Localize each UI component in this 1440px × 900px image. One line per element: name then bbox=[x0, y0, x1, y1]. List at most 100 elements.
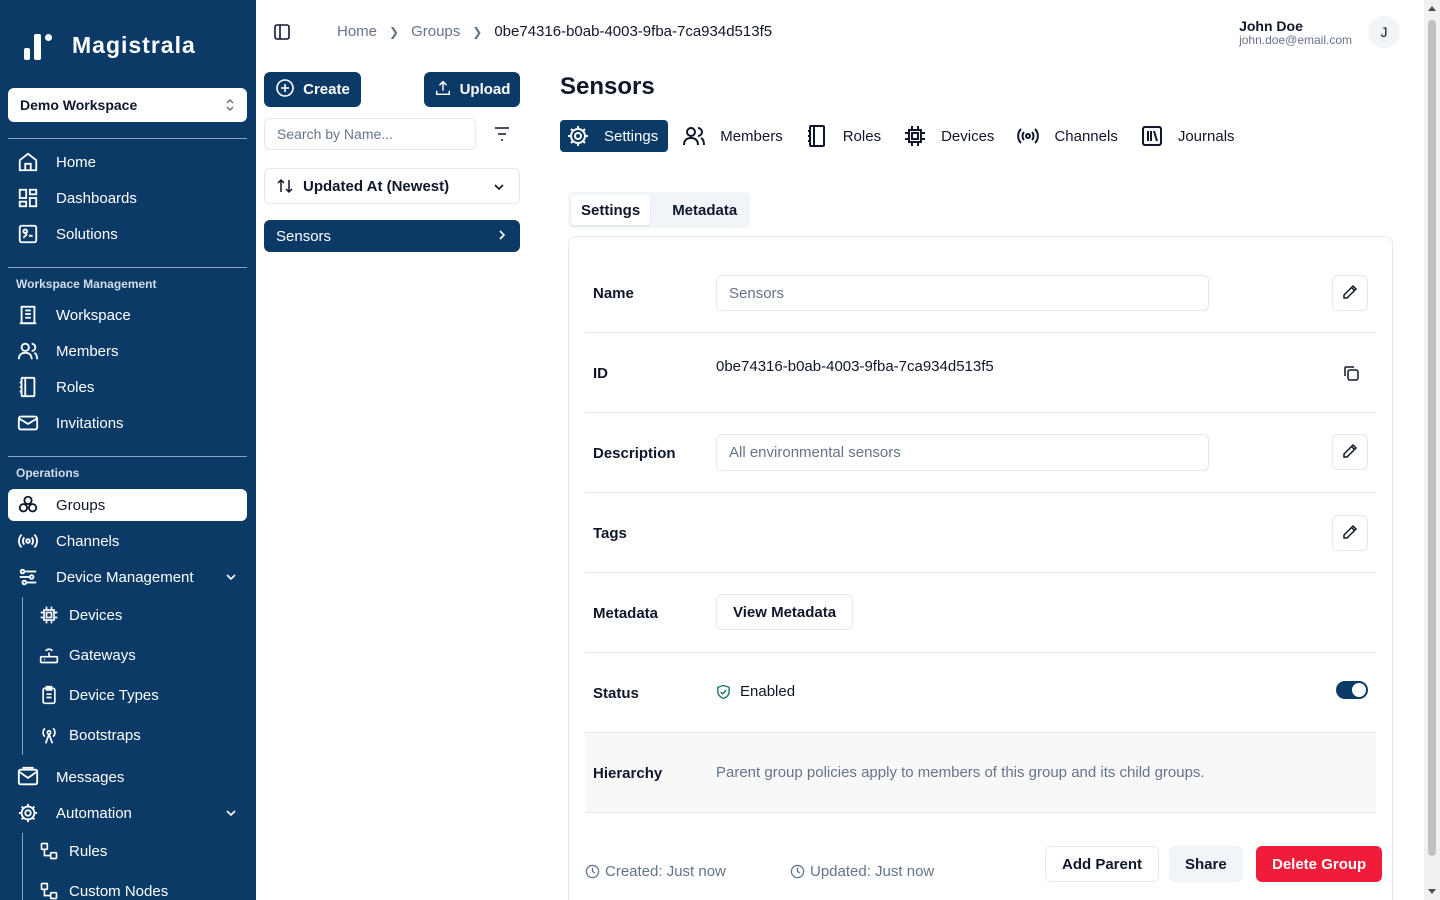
tab-devices[interactable]: Devices bbox=[897, 120, 1002, 152]
delete-group-button[interactable]: Delete Group bbox=[1256, 846, 1383, 882]
sidebar-item-dashboards[interactable]: Dashboards bbox=[8, 182, 247, 214]
subtab-metadata[interactable]: Metadata bbox=[662, 195, 747, 225]
hierarchy-description: Parent group policies apply to members o… bbox=[716, 764, 1205, 781]
tags-row: Tags bbox=[585, 493, 1376, 573]
sidebar-item-channels[interactable]: Channels bbox=[8, 525, 247, 557]
breadcrumb: Home ❯ Groups ❯ 0be74316-b0ab-4003-9fba-… bbox=[337, 23, 772, 40]
tab-channels[interactable]: Channels bbox=[1010, 120, 1125, 152]
filter-icon[interactable] bbox=[490, 124, 514, 144]
tab-label: Devices bbox=[941, 127, 995, 145]
metadata-row: Metadata View Metadata bbox=[585, 573, 1376, 653]
search-input[interactable] bbox=[264, 118, 476, 150]
status-row: Status Enabled bbox=[585, 653, 1376, 733]
edit-description-button[interactable] bbox=[1332, 434, 1368, 470]
sidebar-item-home[interactable]: Home bbox=[8, 146, 247, 178]
scroll-up-arrow-icon[interactable] bbox=[1428, 6, 1436, 11]
updated-timestamp: Updated: Just now bbox=[790, 863, 934, 880]
edit-tags-button[interactable] bbox=[1332, 515, 1368, 551]
brand-name: Magistrala bbox=[72, 31, 196, 58]
sidebar-subitem-device-types[interactable]: Device Types bbox=[38, 680, 159, 710]
sidebar-divider bbox=[8, 456, 247, 457]
sidebar-item-messages[interactable]: Messages bbox=[8, 761, 247, 793]
solutions-icon bbox=[16, 222, 40, 246]
section-label-workspace-management: Workspace Management bbox=[16, 277, 157, 291]
submenu-guide-line bbox=[22, 833, 23, 900]
broadcast-icon bbox=[16, 529, 40, 553]
tab-label: Settings bbox=[604, 127, 659, 145]
name-label: Name bbox=[593, 285, 634, 302]
sidebar-subitem-rules[interactable]: Rules bbox=[38, 836, 107, 866]
sidebar-item-automation[interactable]: Automation bbox=[8, 797, 247, 829]
sidebar-item-solutions[interactable]: Solutions bbox=[8, 218, 247, 250]
description-label: Description bbox=[593, 445, 676, 462]
router-icon bbox=[38, 644, 60, 666]
sidebar-item-label: Workspace bbox=[56, 306, 131, 324]
user-menu[interactable]: John Doe john.doe@email.com J bbox=[1239, 16, 1400, 48]
breadcrumb-home[interactable]: Home bbox=[337, 23, 377, 40]
chevron-down-icon bbox=[225, 570, 237, 587]
sidebar-item-label: Rules bbox=[69, 842, 108, 860]
tab-roles[interactable]: Roles bbox=[799, 120, 889, 152]
library-icon bbox=[1140, 124, 1164, 148]
sidebar-item-label: Devices bbox=[69, 606, 123, 624]
book-icon bbox=[805, 124, 829, 148]
view-metadata-button[interactable]: View Metadata bbox=[716, 594, 854, 630]
tab-journals[interactable]: Journals bbox=[1134, 120, 1243, 152]
sidebar-subitem-custom-nodes[interactable]: Custom Nodes bbox=[38, 876, 168, 900]
sidebar-item-invitations[interactable]: Invitations bbox=[8, 407, 247, 439]
brand-logo[interactable]: Magistrala bbox=[22, 30, 196, 60]
chevron-down-icon bbox=[225, 806, 237, 823]
name-field[interactable]: Sensors bbox=[716, 275, 1209, 311]
sidebar-item-label: Dashboards bbox=[56, 189, 137, 207]
upload-button[interactable]: Upload bbox=[424, 72, 520, 107]
created-timestamp: Created: Just now bbox=[585, 863, 726, 880]
subtab-settings[interactable]: Settings bbox=[571, 195, 651, 225]
sidebar-subitem-bootstraps[interactable]: Bootstraps bbox=[38, 720, 141, 750]
group-list-item-sensors[interactable]: Sensors bbox=[264, 220, 520, 252]
scroll-down-arrow-icon[interactable] bbox=[1428, 889, 1436, 894]
status-toggle[interactable] bbox=[1336, 681, 1368, 699]
sidebar-item-label: Roles bbox=[56, 378, 95, 396]
tab-members[interactable]: Members bbox=[676, 120, 791, 152]
chevron-down-icon bbox=[493, 180, 505, 197]
share-button[interactable]: Share bbox=[1169, 846, 1243, 882]
workspace-selector[interactable]: Demo Workspace bbox=[8, 88, 247, 122]
sidebar-subitem-devices[interactable]: Devices bbox=[38, 600, 122, 630]
sidebar-subitem-gateways[interactable]: Gateways bbox=[38, 640, 136, 670]
scrollbar-thumb[interactable] bbox=[1428, 20, 1436, 856]
avatar[interactable]: J bbox=[1368, 16, 1400, 48]
tab-settings[interactable]: Settings bbox=[560, 120, 669, 152]
sidebar-item-label: Device Management bbox=[56, 568, 194, 586]
breadcrumb-groups[interactable]: Groups bbox=[411, 23, 460, 40]
tab-label: Members bbox=[720, 127, 783, 145]
sidebar-toggle-icon[interactable] bbox=[272, 22, 292, 42]
sidebar-item-label: Custom Nodes bbox=[69, 882, 169, 900]
entity-tabs: Settings Members Roles Devices Channels … bbox=[560, 120, 1251, 152]
page-scrollbar[interactable] bbox=[1424, 0, 1440, 900]
sidebar-item-device-management[interactable]: Device Management bbox=[8, 561, 247, 593]
sidebar-item-label: Members bbox=[56, 342, 119, 360]
sidebar-divider bbox=[8, 267, 247, 268]
tab-label: Journals bbox=[1177, 127, 1235, 145]
description-field[interactable]: All environmental sensors bbox=[716, 434, 1209, 471]
chevron-right-icon: ❯ bbox=[389, 24, 400, 39]
sort-select[interactable]: Updated At (Newest) bbox=[264, 168, 520, 204]
chevron-right-icon bbox=[496, 228, 508, 245]
sidebar-item-members[interactable]: Members bbox=[8, 335, 247, 367]
upload-button-label: Upload bbox=[459, 81, 511, 98]
tab-label: Roles bbox=[842, 127, 882, 145]
submenu-guide-line bbox=[22, 597, 23, 755]
sidebar-item-roles[interactable]: Roles bbox=[8, 371, 247, 403]
create-button-label: Create bbox=[303, 81, 350, 98]
copy-icon[interactable] bbox=[1342, 364, 1360, 382]
add-parent-button[interactable]: Add Parent bbox=[1045, 846, 1160, 882]
hierarchy-label: Hierarchy bbox=[593, 765, 663, 782]
nodes-icon bbox=[38, 880, 60, 900]
user-name: John Doe bbox=[1239, 17, 1303, 34]
sidebar-item-workspace[interactable]: Workspace bbox=[8, 299, 247, 331]
edit-name-button[interactable] bbox=[1332, 275, 1368, 311]
sidebar-item-groups[interactable]: Groups bbox=[8, 489, 247, 521]
sidebar-item-label: Groups bbox=[56, 496, 106, 514]
create-button[interactable]: Create bbox=[264, 72, 361, 107]
hierarchy-row: Hierarchy Parent group policies apply to… bbox=[585, 733, 1376, 813]
